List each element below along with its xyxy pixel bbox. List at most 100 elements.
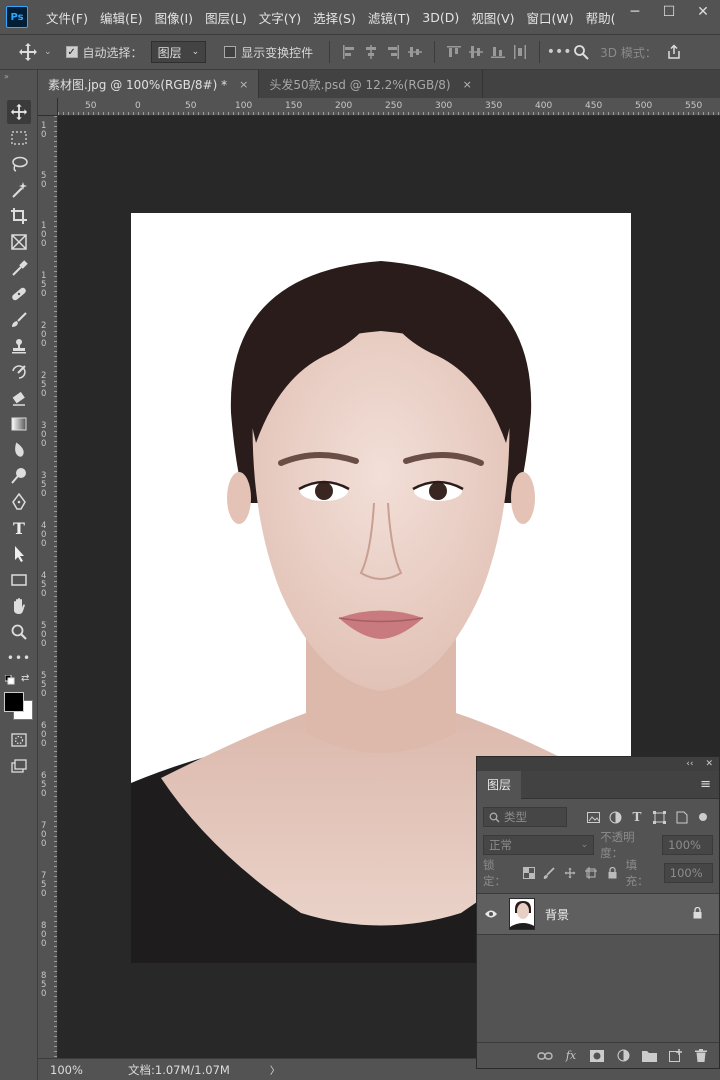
frame-tool[interactable]	[7, 230, 31, 254]
delete-layer-trash-icon[interactable]	[693, 1048, 709, 1064]
menu-view[interactable]: 视图(V)	[465, 8, 520, 27]
hand-tool[interactable]	[7, 594, 31, 618]
menu-filter[interactable]: 滤镜(T)	[362, 8, 416, 27]
align-center-v-icon[interactable]	[404, 41, 426, 63]
pen-tool[interactable]	[7, 490, 31, 514]
layer-name[interactable]: 背景	[545, 906, 692, 923]
tab-layers[interactable]: 图层	[477, 770, 522, 799]
menu-file[interactable]: 文件(F)	[40, 8, 94, 27]
lasso-tool[interactable]	[7, 152, 31, 176]
more-tools-button[interactable]: •••	[7, 646, 31, 670]
vertical-ruler[interactable]: 1050100150200250300350400450500550600650…	[38, 116, 58, 1058]
healing-brush-tool[interactable]	[7, 282, 31, 306]
zoom-level[interactable]: 100%	[50, 1063, 110, 1077]
blur-tool[interactable]	[7, 438, 31, 462]
ruler-label: 0	[41, 539, 46, 549]
lock-position-icon[interactable]	[563, 865, 578, 881]
ruler-label: 150	[285, 101, 302, 111]
filter-smart-object-icon[interactable]	[673, 809, 689, 825]
menu-type[interactable]: 文字(Y)	[253, 8, 307, 27]
minimize-button[interactable]: ─	[618, 0, 652, 24]
move-tool-preset[interactable]: ⌄	[18, 42, 52, 62]
add-mask-icon[interactable]	[589, 1048, 605, 1064]
close-icon[interactable]: ×	[463, 78, 472, 91]
collapse-panel-icon[interactable]: ‹‹	[686, 759, 693, 769]
path-selection-tool[interactable]	[7, 542, 31, 566]
rectangle-tool[interactable]	[7, 568, 31, 592]
status-expand-arrow[interactable]: 〉	[270, 1062, 280, 1077]
align-top-icon[interactable]	[443, 41, 465, 63]
menu-select[interactable]: 选择(S)	[307, 8, 362, 27]
ruler-label: 0	[41, 589, 46, 599]
menu-edit[interactable]: 编辑(E)	[94, 8, 149, 27]
opacity-input[interactable]: 100%	[662, 835, 713, 855]
filter-pixel-icon[interactable]	[585, 809, 601, 825]
screen-mode-button[interactable]	[7, 754, 31, 778]
layer-filter-dropdown[interactable]: 类型	[483, 807, 567, 827]
auto-select-target-dropdown[interactable]: 图层 ⌄	[150, 41, 207, 63]
dodge-tool[interactable]	[7, 464, 31, 488]
menu-layer[interactable]: 图层(L)	[199, 8, 253, 27]
tab-sucaitu[interactable]: 素材图.jpg @ 100%(RGB/8#) * ×	[38, 70, 260, 98]
ruler-corner[interactable]	[38, 98, 58, 116]
swap-colors-icon[interactable]: ⇄	[21, 673, 29, 684]
lock-pixels-icon[interactable]	[542, 865, 557, 881]
align-left-icon[interactable]	[338, 41, 360, 63]
magic-wand-tool[interactable]	[7, 178, 31, 202]
blend-mode-dropdown[interactable]: 正常 ⌄	[483, 835, 595, 855]
filter-type-icon[interactable]: T	[629, 809, 645, 825]
lock-all-icon[interactable]	[605, 865, 620, 881]
filter-toggle-icon[interactable]	[695, 809, 711, 825]
marquee-tool[interactable]	[7, 126, 31, 150]
panel-tabs: 图层 ≡	[477, 770, 719, 799]
new-group-folder-icon[interactable]	[641, 1048, 657, 1064]
move-tool[interactable]	[7, 100, 31, 124]
zoom-tool[interactable]	[7, 620, 31, 644]
align-center-h-icon[interactable]	[360, 41, 382, 63]
menu-window[interactable]: 窗口(W)	[521, 8, 580, 27]
history-brush-tool[interactable]	[7, 360, 31, 384]
fill-input[interactable]: 100%	[663, 863, 714, 883]
quick-mask-button[interactable]	[7, 728, 31, 752]
menu-3d[interactable]: 3D(D)	[416, 10, 465, 25]
ruler-label: 500	[635, 101, 652, 111]
filter-adjustment-icon[interactable]	[607, 809, 623, 825]
align-right-icon[interactable]	[382, 41, 404, 63]
align-middle-icon[interactable]	[465, 41, 487, 63]
lock-transparent-icon[interactable]	[521, 865, 536, 881]
eraser-tool[interactable]	[7, 386, 31, 410]
close-panel-icon[interactable]: ✕	[705, 759, 713, 769]
close-window-button[interactable]: ✕	[686, 0, 720, 24]
collapse-toolbar-icon[interactable]: »	[4, 72, 9, 81]
new-layer-icon[interactable]	[667, 1048, 683, 1064]
search-icon[interactable]	[570, 41, 592, 63]
more-options-icon[interactable]: •••	[547, 41, 572, 63]
auto-select-checkbox[interactable]: ✓	[65, 46, 78, 58]
brush-tool[interactable]	[7, 308, 31, 332]
restore-button[interactable]: ☐	[652, 0, 686, 24]
filter-shape-icon[interactable]	[651, 809, 667, 825]
distribute-icon[interactable]	[509, 41, 531, 63]
lock-artboard-icon[interactable]	[584, 865, 599, 881]
type-tool[interactable]: T	[7, 516, 31, 540]
eyedropper-tool[interactable]	[7, 256, 31, 280]
link-layers-icon[interactable]	[537, 1048, 553, 1064]
align-bottom-icon[interactable]	[487, 41, 509, 63]
show-transform-checkbox[interactable]	[224, 46, 237, 58]
horizontal-ruler[interactable]: 50 0 50 100 150 200 250 300 350 400 450 500 550	[58, 98, 720, 116]
default-colors-icon[interactable]	[4, 674, 15, 688]
adjustment-layer-icon[interactable]	[615, 1048, 631, 1064]
gradient-tool[interactable]	[7, 412, 31, 436]
tab-toufa[interactable]: 头发50款.psd @ 12.2%(RGB/8) ×	[259, 70, 483, 98]
share-icon[interactable]	[663, 41, 685, 63]
layer-style-fx-icon[interactable]: fx	[563, 1048, 579, 1064]
panel-menu-icon[interactable]: ≡	[700, 777, 711, 792]
crop-tool[interactable]	[7, 204, 31, 228]
menu-image[interactable]: 图像(I)	[149, 8, 199, 27]
layer-row-background[interactable]: 背景	[477, 893, 719, 935]
menu-help[interactable]: 帮助(	[580, 8, 622, 27]
stamp-tool[interactable]	[7, 334, 31, 358]
close-icon[interactable]: ×	[239, 78, 248, 91]
visibility-toggle[interactable]	[477, 909, 505, 919]
foreground-color-swatch[interactable]	[4, 692, 24, 712]
